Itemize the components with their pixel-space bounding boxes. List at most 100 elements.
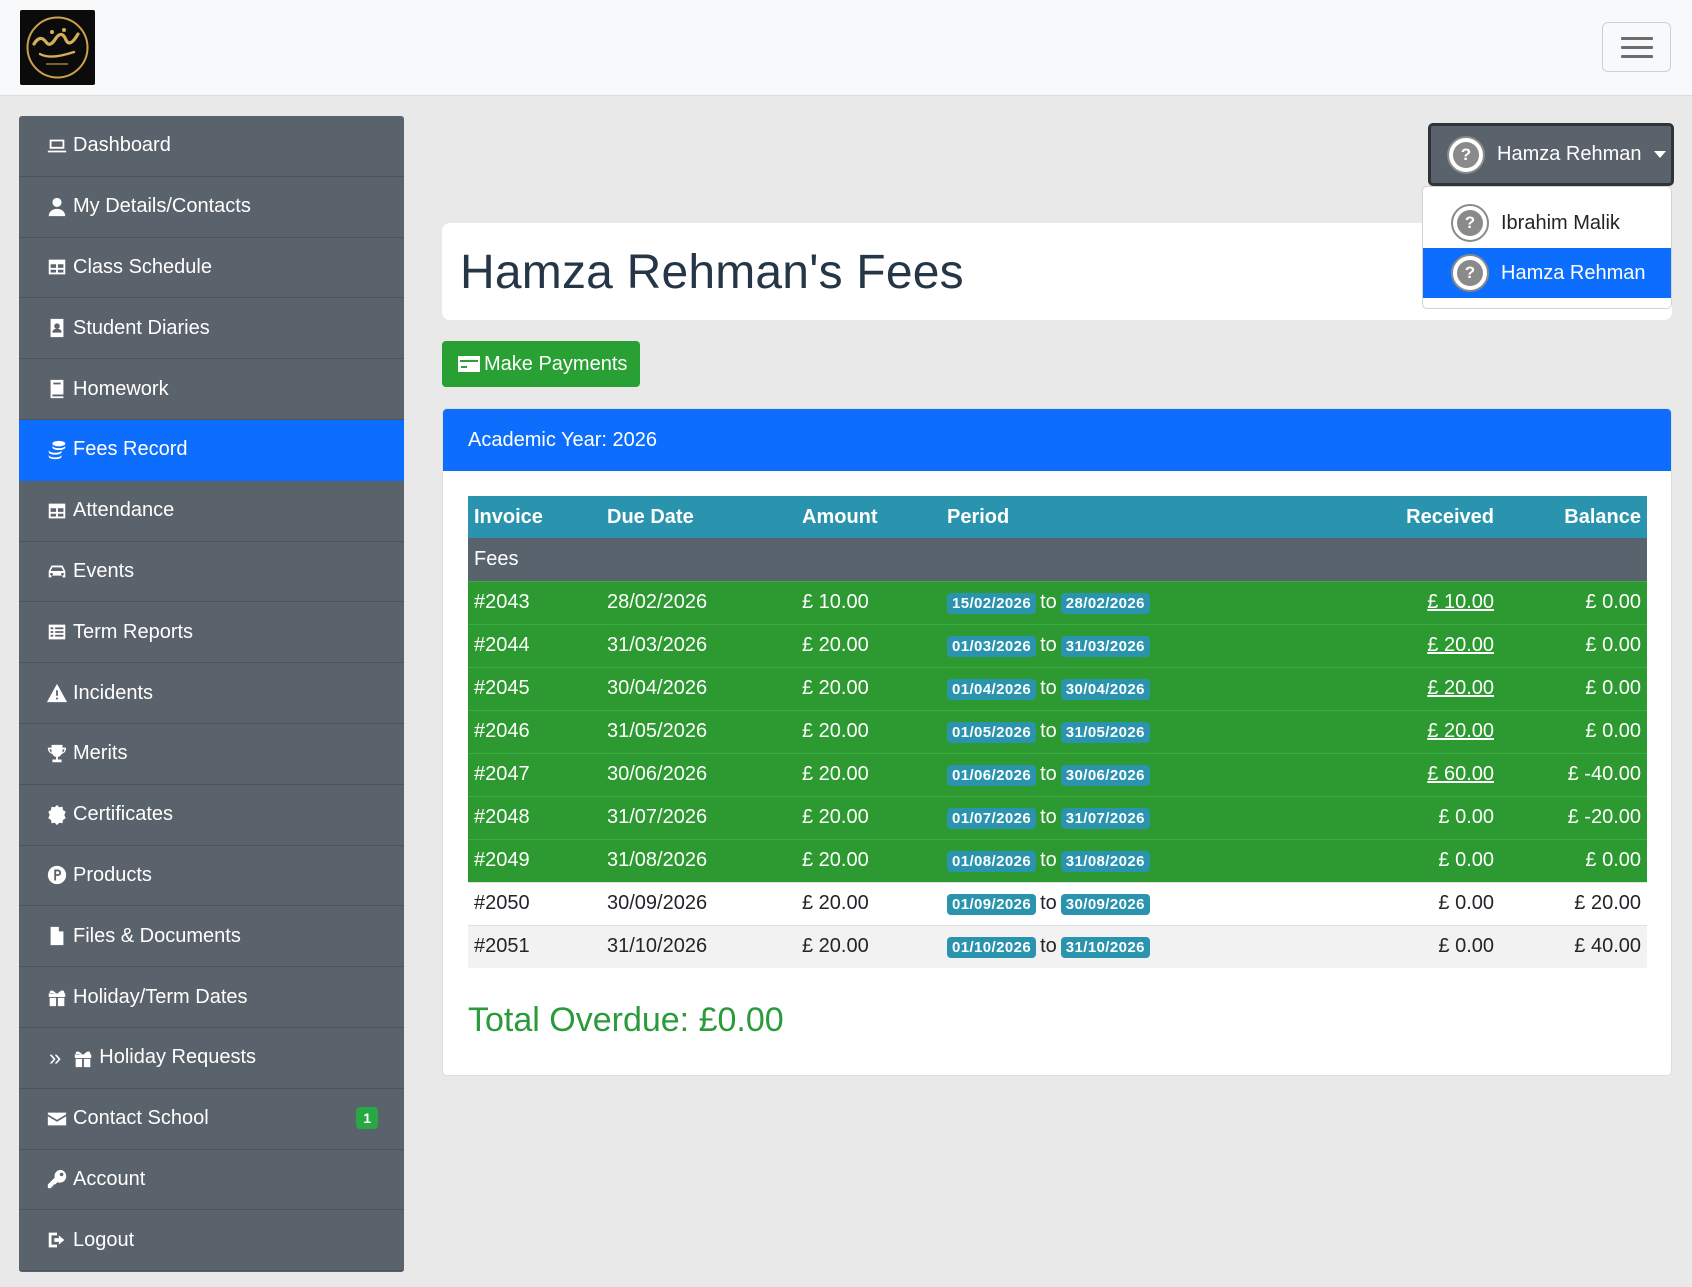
received-amount: £ 0.00 — [1438, 849, 1494, 871]
sidebar-item-label: Attendance — [73, 499, 175, 522]
due-date-cell: 30/09/2026 — [601, 881, 796, 925]
invoice-cell[interactable]: #2049 — [468, 838, 601, 882]
avatar: ? — [1451, 254, 1489, 292]
avatar: ? — [1451, 204, 1489, 242]
period-start-badge: 01/09/2026 — [947, 894, 1037, 915]
period-end-badge: 28/02/2026 — [1060, 593, 1150, 614]
laptop-icon — [45, 134, 69, 158]
product-p-icon — [45, 863, 69, 887]
sidebar-item-holiday-term-dates[interactable]: Holiday/Term Dates — [19, 967, 404, 1028]
sidebar-item-label: Files & Documents — [73, 924, 241, 947]
student-option-label: Hamza Rehman — [1501, 261, 1646, 284]
period-to-label: to — [1040, 935, 1057, 958]
student-option-ibrahim-malik[interactable]: ? Ibrahim Malik — [1423, 198, 1671, 248]
sidebar-item-merits[interactable]: Merits — [19, 724, 404, 785]
sidebar-item-homework[interactable]: Homework — [19, 359, 404, 420]
student-option-hamza-rehman[interactable]: ? Hamza Rehman — [1423, 248, 1671, 298]
column-header-balance: Balance — [1500, 496, 1647, 538]
period-cell: 01/04/2026 to 30/04/2026 — [941, 666, 1341, 710]
invoice-cell[interactable]: #2044 — [468, 623, 601, 667]
period-end-badge: 30/06/2026 — [1060, 765, 1150, 786]
balance-cell: £ 20.00 — [1500, 881, 1647, 925]
due-date-cell: 30/06/2026 — [601, 752, 796, 796]
sidebar-item-label: Homework — [73, 377, 169, 400]
invoice-cell[interactable]: #2050 — [468, 881, 601, 925]
sidebar-item-label: Contact School — [73, 1107, 209, 1130]
received-payment-link[interactable]: £ 10.00 — [1427, 591, 1494, 613]
period-to-label: to — [1040, 806, 1057, 828]
madrasah-logo[interactable] — [20, 10, 95, 85]
sidebar-item-certificates[interactable]: Certificates — [19, 785, 404, 846]
table-icon — [45, 499, 69, 523]
sidebar-item-label: Fees Record — [73, 438, 188, 461]
period-to-label: to — [1040, 634, 1057, 656]
received-payment-link[interactable]: £ 20.00 — [1427, 634, 1494, 656]
balance-cell: £ -20.00 — [1500, 795, 1647, 839]
period-end-badge: 31/10/2026 — [1060, 937, 1150, 959]
balance-cell: £ 0.00 — [1500, 838, 1647, 882]
due-date-cell: 31/08/2026 — [601, 838, 796, 882]
question-mark-icon: ? — [1457, 260, 1483, 286]
sidebar-item-incidents[interactable]: Incidents — [19, 663, 404, 724]
sidebar-item-holiday-requests[interactable]: » Holiday Requests — [19, 1028, 404, 1089]
amount-cell: £ 20.00 — [796, 623, 941, 667]
fees-panel: Academic Year: 2026 Invoice Due Date Amo… — [442, 408, 1672, 1076]
hamburger-bar — [1621, 37, 1653, 40]
section-label: Fees — [468, 538, 1647, 581]
invoice-cell[interactable]: #2048 — [468, 795, 601, 839]
period-cell: 01/08/2026 to 31/08/2026 — [941, 838, 1341, 882]
total-overdue: Total Overdue: £0.00 — [468, 1001, 784, 1039]
hamburger-menu-button[interactable] — [1602, 22, 1671, 72]
balance-cell: £ 0.00 — [1500, 709, 1647, 753]
sidebar-item-label: Student Diaries — [73, 316, 210, 339]
make-payments-label: Make Payments — [484, 352, 628, 375]
period-start-badge: 01/08/2026 — [947, 851, 1037, 872]
balance-cell: £ 0.00 — [1500, 580, 1647, 624]
sidebar-item-student-diaries[interactable]: Student Diaries — [19, 298, 404, 360]
sidebar-item-label: Account — [73, 1167, 146, 1190]
period-to-label: to — [1040, 677, 1057, 699]
invoice-cell[interactable]: #2045 — [468, 666, 601, 710]
certificate-seal-icon — [45, 803, 69, 827]
period-cell: 01/06/2026 to 30/06/2026 — [941, 752, 1341, 796]
top-navbar — [0, 0, 1692, 96]
period-end-badge: 31/03/2026 — [1060, 636, 1150, 657]
amount-cell: £ 10.00 — [796, 580, 941, 624]
received-amount: £ 0.00 — [1438, 806, 1494, 828]
received-payment-link[interactable]: £ 60.00 — [1427, 763, 1494, 785]
received-cell: £ 0.00 — [1341, 795, 1500, 839]
sidebar-item-logout[interactable]: Logout — [19, 1210, 404, 1272]
hamburger-bar — [1621, 46, 1653, 49]
invoice-cell[interactable]: #2047 — [468, 752, 601, 796]
sidebar-item-attendance[interactable]: Attendance — [19, 481, 404, 542]
invoice-cell[interactable]: #2046 — [468, 709, 601, 753]
balance-cell: £ 40.00 — [1500, 924, 1647, 968]
sidebar-item-my-details[interactable]: My Details/Contacts — [19, 177, 404, 238]
sidebar-item-label: My Details/Contacts — [73, 195, 251, 218]
sidebar-item-events[interactable]: Events — [19, 542, 404, 603]
sidebar-item-files-documents[interactable]: Files & Documents — [19, 906, 404, 968]
sidebar-item-products[interactable]: Products — [19, 846, 404, 907]
received-payment-link[interactable]: £ 20.00 — [1427, 677, 1494, 699]
make-payments-button[interactable]: Make Payments — [442, 341, 640, 387]
sidebar-item-dashboard[interactable]: Dashboard — [19, 116, 404, 177]
sidebar-item-term-reports[interactable]: Term Reports — [19, 602, 404, 664]
period-to-label: to — [1040, 763, 1057, 785]
table-section-row: Fees — [468, 538, 1647, 581]
sidebar-item-contact-school[interactable]: Contact School 1 — [19, 1089, 404, 1150]
sidebar-item-class-schedule[interactable]: Class Schedule — [19, 238, 404, 299]
received-amount: £ 0.00 — [1438, 892, 1494, 914]
invoice-cell[interactable]: #2051 — [468, 924, 601, 968]
amount-cell: £ 20.00 — [796, 795, 941, 839]
sidebar-item-account[interactable]: Account — [19, 1150, 404, 1211]
invoice-cell[interactable]: #2043 — [468, 580, 601, 624]
due-date-cell: 28/02/2026 — [601, 580, 796, 624]
received-payment-link[interactable]: £ 20.00 — [1427, 720, 1494, 742]
due-date-cell: 31/05/2026 — [601, 709, 796, 753]
table-row: #2048 31/07/2026 £ 20.00 01/07/2026 to 31/07/… — [468, 795, 1647, 839]
received-cell: £ 20.00 — [1341, 666, 1500, 710]
sidebar-item-fees-record[interactable]: Fees Record — [19, 419, 404, 481]
student-switcher-button[interactable]: ? Hamza Rehman — [1428, 123, 1674, 186]
envelope-icon — [45, 1107, 69, 1131]
user-icon — [45, 195, 69, 219]
